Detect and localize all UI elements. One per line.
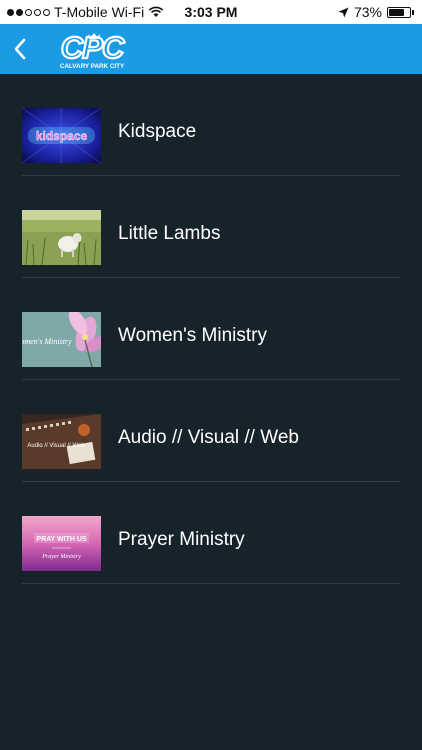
list-item-label: Kidspace bbox=[118, 121, 197, 142]
lamb-thumbnail bbox=[22, 210, 101, 265]
battery-icon bbox=[387, 6, 411, 18]
nav-bar: CPC CALVARY PARK CITY bbox=[0, 24, 422, 74]
prayer-thumb-subtext: Prayer Ministry bbox=[41, 554, 81, 560]
list-item-audio-visual-web[interactable]: Audio // Visual // Web Audio // Visual /… bbox=[0, 380, 422, 482]
location-arrow-icon bbox=[338, 7, 349, 17]
ministry-list: kidspace Kidspace Little Lambs men's Min… bbox=[0, 74, 422, 584]
logo-subtitle: CALVARY PARK CITY bbox=[60, 63, 125, 70]
battery-tip bbox=[412, 9, 414, 15]
status-bar: T-Mobile Wi-Fi 3:03 PM 73% bbox=[0, 0, 422, 24]
av-thumb-text: Audio // Visual // Web bbox=[27, 443, 85, 449]
cpc-logo: CPC CALVARY PARK CITY bbox=[50, 28, 134, 70]
status-right: 73% bbox=[338, 4, 414, 20]
list-item-prayer-ministry[interactable]: PRAY WITH US Prayer Ministry Prayer Mini… bbox=[0, 482, 422, 584]
flower-thumbnail: Women's Ministry bbox=[22, 312, 101, 367]
battery-percent: 73% bbox=[353, 4, 382, 20]
chevron-left-icon bbox=[14, 38, 26, 60]
womens-thumb-text: Women's Ministry bbox=[22, 337, 72, 346]
list-item-kidspace[interactable]: kidspace Kidspace bbox=[0, 74, 422, 176]
prayer-thumbnail: PRAY WITH US Prayer Ministry bbox=[22, 516, 101, 571]
kidspace-thumbnail: kidspace bbox=[22, 108, 101, 163]
back-button[interactable] bbox=[4, 30, 36, 68]
list-item-womens-ministry[interactable]: Women's Ministry Women's Ministry bbox=[0, 278, 422, 380]
list-item-label: Audio // Visual // Web bbox=[118, 427, 299, 448]
mixer-thumbnail: Audio // Visual // Web bbox=[22, 414, 101, 469]
list-item-little-lambs[interactable]: Little Lambs bbox=[0, 176, 422, 278]
kidspace-thumb-text: kidspace bbox=[36, 129, 88, 143]
divider bbox=[22, 583, 400, 584]
prayer-thumb-text: PRAY WITH US bbox=[36, 536, 87, 543]
list-item-label: Little Lambs bbox=[118, 223, 221, 244]
list-item-label: Prayer Ministry bbox=[118, 529, 245, 550]
list-item-label: Women's Ministry bbox=[118, 325, 267, 346]
